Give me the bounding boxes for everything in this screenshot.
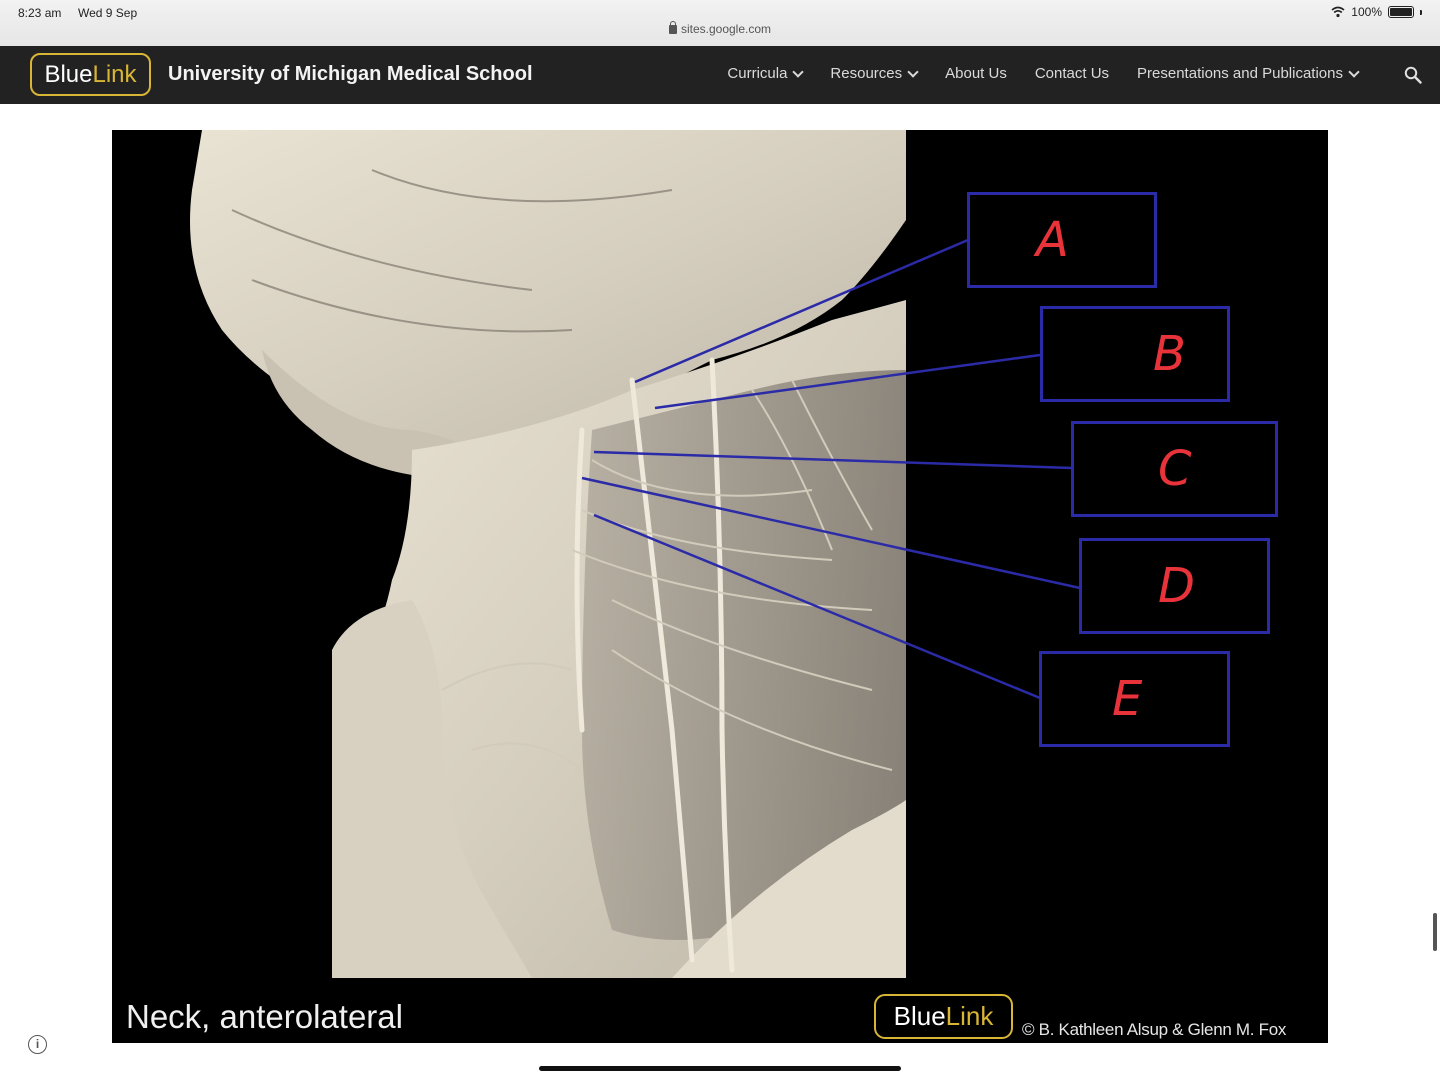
info-icon[interactable]: i [28,1035,47,1054]
leader-line-d [581,476,1081,590]
home-indicator[interactable] [539,1066,901,1071]
chevron-down-icon [907,65,919,78]
label-box-b[interactable]: B [1040,306,1230,402]
label-c-text: C [1158,441,1192,497]
nav-about-us-label: About Us [945,65,1007,82]
main-nav: Curricula Resources About Us Contact Us … [727,65,1360,82]
leader-line-e [593,513,1041,700]
chevron-down-icon [1348,65,1360,78]
nav-curricula-label: Curricula [727,65,788,82]
chevron-down-icon [792,65,805,78]
nav-contact-us-label: Contact Us [1034,65,1110,82]
nav-curricula[interactable]: Curricula [727,65,805,82]
nav-resources-label: Resources [830,65,903,82]
figure-caption: Neck, anterolateral [126,998,403,1035]
nav-presentations[interactable]: Presentations and Publications [1137,65,1360,82]
label-e-text: E [1112,671,1143,727]
figure-credit: © B. Kathleen Alsup & Glenn M. Fox [1022,1020,1287,1039]
label-box-a[interactable]: A [967,192,1157,288]
status-time: 8:23 am [18,6,62,20]
nav-presentations-label: Presentations and Publications [1137,65,1343,82]
leader-line-a [634,238,969,384]
address-bar[interactable]: sites.google.com [0,21,1440,36]
logo-blue-text: Blue [44,60,93,88]
label-box-c[interactable]: C [1071,421,1278,517]
status-bar: 8:23 am Wed 9 Sep 100% sites.google.com [0,0,1440,46]
nav-about-us[interactable]: About Us [945,65,1007,82]
wifi-icon [1331,6,1345,18]
logo-link-text: Link [92,60,137,88]
label-box-d[interactable]: D [1079,538,1270,634]
fig-logo-blue-text: Blue [893,1001,946,1031]
status-date: Wed 9 Sep [78,6,138,20]
leader-line-c [593,450,1073,470]
battery-percent: 100% [1351,5,1382,19]
label-box-e[interactable]: E [1039,651,1230,747]
label-a-text: A [1036,212,1069,268]
site-header: Blue Link University of Michigan Medical … [0,46,1440,104]
nav-contact-us[interactable]: Contact Us [1035,65,1109,82]
label-b-text: B [1153,326,1186,382]
anatomy-figure: A B C D E Neck, anterolateral Blue Link ©… [112,130,1328,1043]
status-indicators: 100% [1331,5,1422,19]
label-d-text: D [1158,558,1195,614]
battery-icon [1388,6,1414,18]
scrollbar-thumb[interactable] [1433,913,1437,951]
fig-logo-link-text: Link [945,1001,994,1031]
site-title[interactable]: University of Michigan Medical School [168,63,533,86]
battery-nub [1420,9,1422,15]
bluelink-logo[interactable]: Blue Link [30,53,151,96]
lock-icon [668,21,677,34]
leader-line-b [654,353,1041,410]
url-text: sites.google.com [680,22,772,36]
search-icon[interactable] [1404,66,1422,84]
nav-resources[interactable]: Resources [830,65,919,82]
figure-bluelink-logo: Blue Link [874,994,1013,1039]
